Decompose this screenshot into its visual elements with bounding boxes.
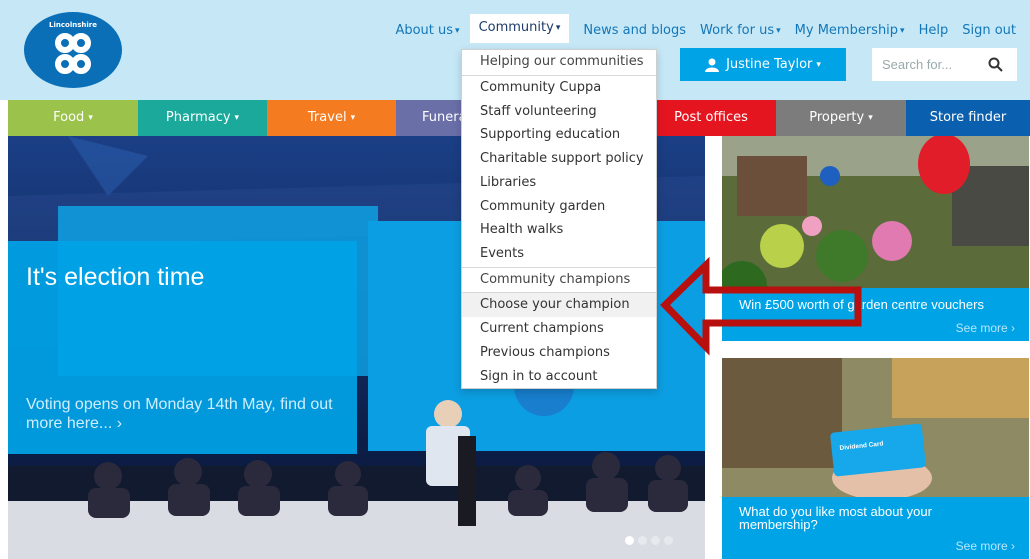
menu-item-charitable-support-policy[interactable]: Charitable support policy [462,147,656,171]
menu-item-community-cuppa[interactable]: Community Cuppa [462,76,656,100]
menu-item-events[interactable]: Events [462,242,656,266]
annotation-arrow-icon [660,256,862,356]
category-store-finder[interactable]: Store finder [906,100,1030,136]
hero-heading: It's election time [26,263,205,291]
user-icon [705,58,720,72]
nav-my-membership[interactable]: My Membership ▾ [795,22,905,40]
hero-text-link[interactable]: Voting opens on Monday 14th May, find ou… [26,395,351,433]
category-post-offices[interactable]: Post offices [646,100,776,136]
menu-heading-helping-our-communities[interactable]: Helping our communities [462,50,656,74]
caret-down-icon: ▾ [868,113,873,123]
menu-item-choose-your-champion[interactable]: Choose your champion [462,293,656,317]
hero-promo-panel[interactable]: It's election time Voting opens on Monda… [8,241,357,454]
category-travel[interactable]: Travel ▾ [267,100,396,136]
community-dropdown-menu: Helping our communities Community Cuppa … [461,49,657,389]
caret-down-icon: ▾ [455,26,460,36]
caret-down-icon: ▾ [350,113,356,123]
carousel-dot[interactable] [625,536,634,545]
menu-item-staff-volunteering[interactable]: Staff volunteering [462,100,656,124]
see-more-link[interactable]: See more › [956,321,1015,335]
search-box [872,48,1017,81]
coop-logo[interactable]: Lincolnshire [24,12,122,88]
user-account-button[interactable]: Justine Taylor ▾ [680,48,846,81]
search-icon[interactable] [988,57,1003,72]
menu-item-health-walks[interactable]: Health walks [462,218,656,242]
carousel-dot[interactable] [664,536,673,545]
card-caption: What do you like most about your members… [722,497,1029,559]
search-input[interactable] [872,57,977,72]
menu-item-current-champions[interactable]: Current champions [462,317,656,341]
nav-help[interactable]: Help [919,22,949,40]
caret-down-icon: ▾ [776,26,781,36]
coop-cloverleaf-icon [55,33,91,74]
menu-item-sign-in-to-account[interactable]: Sign in to account [462,365,656,389]
menu-item-supporting-education[interactable]: Supporting education [462,123,656,147]
nav-about-us[interactable]: About us ▾ [395,22,459,40]
carousel-dots [625,536,677,545]
category-property[interactable]: Property ▾ [776,100,906,136]
caret-down-icon: ▾ [234,113,240,123]
promo-card-membership[interactable]: Dividend Card What do you like most abou… [722,358,1029,559]
menu-item-community-garden[interactable]: Community garden [462,195,656,219]
logo-text: Lincolnshire [49,21,97,29]
menu-item-libraries[interactable]: Libraries [462,171,656,195]
nav-news-and-blogs[interactable]: News and blogs [583,22,686,40]
see-more-link[interactable]: See more › [956,539,1015,553]
caret-down-icon: ▾ [88,113,93,123]
caret-down-icon: ▾ [900,26,905,36]
carousel-dot[interactable] [638,536,647,545]
nav-community[interactable]: Community ▾ [469,14,570,43]
user-name: Justine Taylor [726,57,813,72]
carousel-dot[interactable] [651,536,660,545]
menu-item-previous-champions[interactable]: Previous champions [462,341,656,365]
menu-heading-community-champions[interactable]: Community champions [462,268,656,292]
category-food[interactable]: Food ▾ [8,100,138,136]
caret-down-icon: ▾ [555,23,561,33]
nav-sign-out[interactable]: Sign out [962,22,1016,40]
top-navigation: About us ▾ Community ▾ News and blogs Work… [381,14,1016,43]
card-title: What do you like most about your members… [739,504,932,532]
category-pharmacy[interactable]: Pharmacy ▾ [138,100,267,136]
nav-work-for-us[interactable]: Work for us ▾ [700,22,781,40]
caret-down-icon: ▾ [816,59,821,70]
